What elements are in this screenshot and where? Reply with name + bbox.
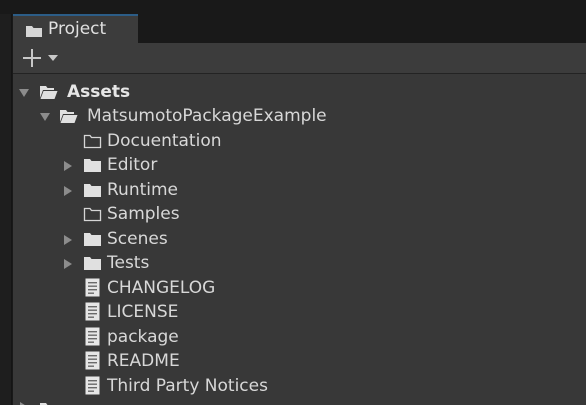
left-dock-edge (0, 14, 12, 405)
caret-down-icon (48, 55, 58, 61)
collapsed-arrow-icon[interactable] (62, 160, 74, 172)
tree-label-assets: Assets (67, 82, 131, 102)
text-file-icon (85, 351, 100, 370)
collapsed-arrow-icon[interactable] (62, 185, 74, 197)
tree-row-runtime[interactable]: Runtime (13, 179, 586, 203)
tree-label-package-file: package (107, 327, 179, 347)
tree-label-documentation: Docuentation (107, 131, 222, 151)
folder-icon (84, 233, 101, 246)
collapsed-arrow-icon[interactable] (62, 234, 74, 246)
folder-icon (84, 159, 101, 172)
tree-row-documentation[interactable]: Docuentation (13, 130, 586, 154)
expanded-arrow-icon[interactable] (18, 87, 30, 99)
text-file-icon (85, 376, 100, 395)
tree-label-license: LICENSE (107, 302, 179, 322)
tree-row-partial[interactable] (13, 399, 586, 405)
empty-folder-icon (83, 134, 102, 149)
tree-label-tests: Tests (107, 253, 150, 273)
tree-row-scenes[interactable]: Scenes (13, 228, 586, 252)
tree-label-third-party-notices: Third Party Notices (107, 376, 268, 396)
tree-row-editor[interactable]: Editor (13, 154, 586, 178)
tree-row-readme[interactable]: README (13, 350, 586, 374)
project-panel: Assets MatsumotoPackageExample Docuentat… (13, 43, 586, 405)
tree-row-package[interactable]: MatsumotoPackageExample (13, 105, 586, 129)
project-toolbar (13, 43, 586, 74)
text-file-icon (85, 327, 100, 346)
open-folder-icon (40, 86, 58, 99)
tree-row-third-party-notices[interactable]: Third Party Notices (13, 375, 586, 399)
tree-row-package-json[interactable]: package (13, 326, 586, 350)
folder-icon (40, 403, 57, 405)
text-file-icon (85, 302, 100, 321)
folder-icon (84, 184, 101, 197)
folder-icon (84, 257, 101, 270)
tree-row-assets[interactable]: Assets (13, 81, 586, 105)
tree-label-changelog: CHANGELOG (107, 278, 216, 298)
tree-label-package: MatsumotoPackageExample (87, 106, 327, 126)
expanded-arrow-icon[interactable] (39, 111, 51, 123)
collapsed-arrow-icon[interactable] (18, 401, 30, 405)
plus-icon (23, 49, 41, 67)
tree-row-tests[interactable]: Tests (13, 252, 586, 276)
tab-label: Project (48, 19, 107, 39)
tree-row-samples[interactable]: Samples (13, 203, 586, 227)
collapsed-arrow-icon[interactable] (62, 258, 74, 270)
text-file-icon (85, 278, 100, 297)
tree-label-samples: Samples (107, 204, 180, 224)
window-top-strip (0, 0, 586, 14)
tree-label-scenes: Scenes (107, 229, 168, 249)
tree-row-changelog[interactable]: CHANGELOG (13, 277, 586, 301)
tree-label-runtime: Runtime (107, 180, 179, 200)
folder-icon (26, 26, 42, 37)
tree-label-readme: README (107, 351, 180, 371)
create-button[interactable] (21, 47, 63, 69)
tree-row-license[interactable]: LICENSE (13, 301, 586, 325)
empty-folder-icon (83, 207, 102, 222)
tree-label-editor: Editor (107, 155, 158, 175)
open-folder-icon (60, 110, 78, 123)
tab-project[interactable]: Project (13, 14, 138, 43)
